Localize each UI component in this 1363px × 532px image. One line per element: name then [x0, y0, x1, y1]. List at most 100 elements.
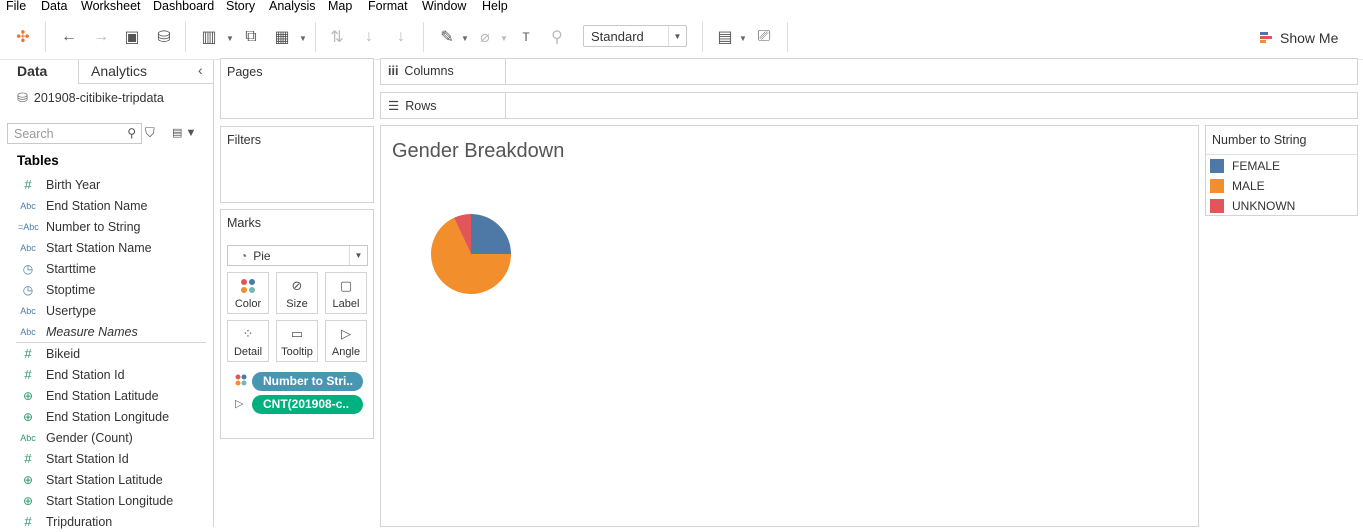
tooltip-button[interactable]: ▭ Tooltip — [276, 320, 318, 362]
legend-item-label: UNKNOWN — [1232, 199, 1296, 213]
toolbar-separator — [315, 22, 316, 52]
toolbar-separator — [185, 22, 186, 52]
redo-icon[interactable]: → — [88, 24, 114, 50]
field-item[interactable]: # Birth Year — [0, 174, 214, 195]
menu-window[interactable]: Window — [422, 0, 466, 13]
undo-icon[interactable]: ← — [56, 24, 82, 50]
show-me-button[interactable]: Show Me — [1260, 28, 1338, 48]
legend-divider — [1206, 154, 1357, 155]
tableau-logo-icon[interactable]: ✣ — [10, 24, 36, 50]
color-pill[interactable]: Number to Stri.. — [252, 372, 363, 391]
field-item[interactable]: Abc Usertype — [0, 300, 214, 321]
highlight-icon[interactable]: ✎ — [434, 24, 460, 50]
field-item[interactable]: Abc Gender (Count) — [0, 427, 214, 448]
tab-analytics[interactable]: Analytics — [91, 63, 147, 79]
field-name: Gender (Count) — [46, 430, 133, 445]
color-icon — [228, 278, 268, 297]
menu-story[interactable]: Story — [226, 0, 255, 13]
chevron-down-icon[interactable]: ▼ — [739, 34, 747, 43]
field-item[interactable]: # End Station Id — [0, 364, 214, 385]
field-item[interactable]: ◷ Starttime — [0, 258, 214, 279]
pie-chart[interactable] — [429, 212, 513, 296]
menu-file[interactable]: File — [6, 0, 26, 13]
field-item[interactable]: =Abc Number to String — [0, 216, 214, 237]
chevron-down-icon[interactable]: ▼ — [299, 34, 307, 43]
field-item[interactable]: ⊕ Start Station Latitude — [0, 469, 214, 490]
legend-title: Number to String — [1212, 133, 1307, 147]
legend-swatch — [1210, 199, 1224, 213]
toolbar-separator — [787, 22, 788, 52]
field-name: Number to String — [46, 219, 141, 234]
sort-descending-icon[interactable]: ↓ — [388, 24, 414, 50]
swap-rows-columns-icon[interactable]: ⇅ — [324, 24, 350, 50]
label-button[interactable]: ▢ Label — [325, 272, 367, 314]
legend-item-label: MALE — [1232, 179, 1265, 193]
sort-ascending-icon[interactable]: ↓ — [356, 24, 382, 50]
field-name: Starttime — [46, 261, 97, 276]
worksheet-view[interactable]: Gender Breakdown — [380, 125, 1199, 527]
chevron-down-icon[interactable]: ▼ — [461, 34, 469, 43]
string-type-icon: Abc — [20, 200, 36, 211]
legend-item[interactable]: MALE — [1210, 178, 1265, 194]
tab-data[interactable]: Data — [0, 60, 79, 84]
search-input[interactable]: Search ⚲ — [7, 123, 142, 144]
mark-type-select[interactable]: ◔ Pie ▼ — [227, 245, 368, 266]
pin-axes-icon[interactable]: ⚲ — [544, 24, 570, 50]
columns-shelf[interactable]: iii Columns — [380, 58, 1358, 85]
show-cards-icon[interactable]: ▤ — [712, 24, 738, 50]
angle-pill[interactable]: CNT(201908-c.. — [252, 395, 363, 414]
field-item[interactable]: ⊕ End Station Latitude — [0, 385, 214, 406]
pie-slice-female[interactable] — [471, 214, 511, 254]
color-button[interactable]: Color — [227, 272, 269, 314]
detail-label: Detail — [233, 346, 263, 358]
field-name: End Station Name — [46, 198, 148, 213]
view-options-icon[interactable]: ▤ ▼ — [172, 126, 196, 139]
new-datasource-icon[interactable]: ⛁ — [151, 24, 177, 50]
marks-label: Marks — [227, 216, 262, 230]
angle-button[interactable]: ▷ Angle — [325, 320, 367, 362]
menu-format[interactable]: Format — [368, 0, 408, 13]
menu-dashboard[interactable]: Dashboard — [153, 0, 214, 13]
size-button[interactable]: ⊘ Size — [276, 272, 318, 314]
detail-button[interactable]: ⁘ Detail — [227, 320, 269, 362]
color-label: Color — [234, 298, 262, 310]
field-item[interactable]: # Start Station Id — [0, 448, 214, 469]
menu-help[interactable]: Help — [482, 0, 508, 13]
field-item[interactable]: Abc Measure Names — [0, 321, 214, 342]
group-members-icon[interactable]: ⌀ — [472, 24, 498, 50]
filter-icon[interactable]: ⛉ — [145, 125, 155, 141]
new-worksheet-icon[interactable]: ▥ — [196, 24, 222, 50]
clear-sheet-icon[interactable]: ▦ — [269, 24, 295, 50]
show-labels-icon[interactable]: T — [513, 24, 539, 50]
field-item[interactable]: ◷ Stoptime — [0, 279, 214, 300]
legend-item[interactable]: FEMALE — [1210, 158, 1280, 174]
field-item[interactable]: Abc End Station Name — [0, 195, 214, 216]
rows-shelf[interactable]: ☰ Rows — [380, 92, 1358, 119]
fit-select[interactable]: Standard ▼ — [583, 25, 687, 47]
duplicate-sheet-icon[interactable]: ⧉ — [238, 24, 264, 50]
menu-analysis[interactable]: Analysis — [269, 0, 316, 13]
datasource-item[interactable]: ⛁ 201908-citibike-tripdata — [17, 90, 164, 106]
columns-icon: iii — [388, 64, 399, 78]
number-type-icon: # — [24, 346, 32, 361]
chevron-down-icon[interactable]: ▼ — [226, 34, 234, 43]
save-icon[interactable]: ▣ — [119, 24, 145, 50]
field-name: Measure Names — [46, 324, 138, 339]
size-label: Size — [286, 298, 308, 310]
menu-map[interactable]: Map — [328, 0, 352, 13]
chevron-down-icon[interactable]: ▼ — [500, 34, 508, 43]
filters-shelf[interactable]: Filters — [220, 126, 374, 203]
field-item[interactable]: ⊕ End Station Longitude — [0, 406, 214, 427]
presentation-mode-icon[interactable]: ⎚ — [751, 24, 777, 50]
chevron-left-icon[interactable]: ‹ — [198, 62, 203, 78]
menu-data[interactable]: Data — [41, 0, 67, 13]
menu-worksheet[interactable]: Worksheet — [81, 0, 141, 13]
legend-item[interactable]: UNKNOWN — [1210, 198, 1295, 214]
pages-shelf[interactable]: Pages — [220, 58, 374, 119]
field-item[interactable]: # Bikeid — [0, 343, 214, 364]
field-item[interactable]: Abc Start Station Name — [0, 237, 214, 258]
legend-item-label: FEMALE — [1232, 159, 1281, 173]
field-name: Start Station Name — [46, 240, 152, 255]
field-item[interactable]: # Tripduration — [0, 511, 214, 532]
field-item[interactable]: ⊕ Start Station Longitude — [0, 490, 214, 511]
